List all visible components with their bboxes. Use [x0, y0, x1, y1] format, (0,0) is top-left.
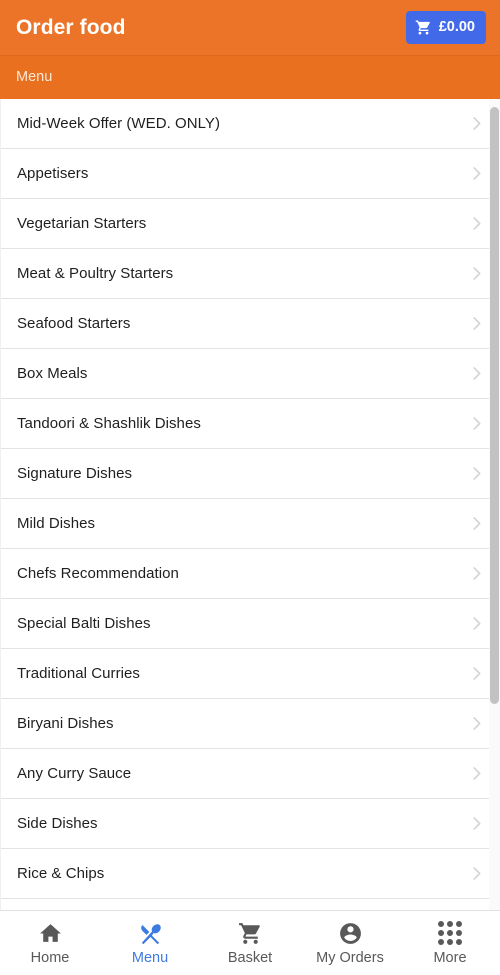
- menu-category-label: Traditional Curries: [17, 665, 140, 682]
- menu-category-label: Vegetarian Starters: [17, 215, 147, 232]
- menu-category-row[interactable]: [1, 899, 500, 910]
- menu-category-row[interactable]: Chefs Recommendation: [1, 549, 500, 599]
- menu-category-row[interactable]: Mid-Week Offer (WED. ONLY): [1, 99, 500, 149]
- cutlery-icon: [138, 920, 163, 946]
- chevron-right-icon: [467, 564, 486, 583]
- chevron-right-icon: [467, 614, 486, 633]
- chevron-right-icon: [467, 864, 486, 883]
- menu-category-list: Mid-Week Offer (WED. ONLY) Appetisers Vege…: [1, 99, 500, 910]
- menu-category-row[interactable]: Any Curry Sauce: [1, 749, 500, 799]
- menu-category-row[interactable]: Mild Dishes: [1, 499, 500, 549]
- nav-item-label: My Orders: [316, 950, 384, 967]
- home-icon: [38, 920, 63, 946]
- menu-list-container: Mid-Week Offer (WED. ONLY) Appetisers Vege…: [0, 99, 500, 910]
- chevron-right-icon: [467, 464, 486, 483]
- chevron-right-icon: [467, 514, 486, 533]
- menu-category-row[interactable]: Meat & Poultry Starters: [1, 249, 500, 299]
- menu-category-row[interactable]: Rice & Chips: [1, 849, 500, 899]
- chevron-right-icon: [467, 714, 486, 733]
- menu-category-row[interactable]: Signature Dishes: [1, 449, 500, 499]
- menu-category-label: Special Balti Dishes: [17, 615, 151, 632]
- menu-category-label: Chefs Recommendation: [17, 565, 179, 582]
- nav-item-more[interactable]: More: [400, 911, 500, 975]
- chevron-right-icon: [467, 764, 486, 783]
- menu-category-row[interactable]: Biryani Dishes: [1, 699, 500, 749]
- nav-item-label: More: [433, 950, 467, 967]
- menu-category-row[interactable]: Traditional Curries: [1, 649, 500, 699]
- menu-category-row[interactable]: Special Balti Dishes: [1, 599, 500, 649]
- section-subheader: Menu: [0, 55, 500, 99]
- list-scrollbar-thumb[interactable]: [490, 107, 499, 704]
- menu-category-label: Rice & Chips: [17, 865, 105, 882]
- list-scrollbar-track[interactable]: [489, 99, 500, 910]
- menu-category-label: Seafood Starters: [17, 315, 131, 332]
- nav-item-label: Menu: [131, 950, 169, 967]
- chevron-right-icon: [467, 164, 486, 183]
- menu-category-row[interactable]: Side Dishes: [1, 799, 500, 849]
- nav-item-label: Basket: [227, 950, 273, 967]
- chevron-right-icon: [467, 814, 486, 833]
- menu-category-label: Box Meals: [17, 365, 88, 382]
- cart-total-button[interactable]: £0.00: [405, 11, 486, 44]
- account-circle-icon: [338, 920, 363, 946]
- app-root: Order food £0.00 Menu Mid-Week Offer (WE…: [0, 0, 500, 975]
- menu-category-label: Mid-Week Offer (WED. ONLY): [17, 115, 220, 132]
- menu-category-row[interactable]: Vegetarian Starters: [1, 199, 500, 249]
- chevron-right-icon: [467, 664, 486, 683]
- shopping-cart-icon: [238, 920, 263, 946]
- nav-item-home[interactable]: Home: [0, 911, 100, 975]
- nav-item-my-orders[interactable]: My Orders: [300, 911, 400, 975]
- page-title: Order food: [16, 16, 126, 39]
- menu-category-row[interactable]: Tandoori & Shashlik Dishes: [1, 399, 500, 449]
- menu-category-label: Any Curry Sauce: [17, 765, 132, 782]
- menu-category-row[interactable]: Appetisers: [1, 149, 500, 199]
- nav-item-basket[interactable]: Basket: [200, 911, 300, 975]
- menu-category-label: Tandoori & Shashlik Dishes: [17, 415, 201, 432]
- chevron-right-icon: [467, 214, 486, 233]
- grid-dots-icon: [438, 920, 462, 946]
- section-subheader-label: Menu: [16, 69, 53, 86]
- cart-amount-label: £0.00: [438, 19, 475, 36]
- nav-item-menu[interactable]: Menu: [100, 911, 200, 975]
- chevron-right-icon: [467, 114, 486, 133]
- menu-category-label: Signature Dishes: [17, 465, 133, 482]
- menu-category-label: Meat & Poultry Starters: [17, 265, 174, 282]
- bottom-navigation-bar: Home Menu Basket My Orders More: [0, 910, 500, 975]
- chevron-right-icon: [467, 314, 486, 333]
- menu-category-label: Mild Dishes: [17, 515, 96, 532]
- menu-category-row[interactable]: Seafood Starters: [1, 299, 500, 349]
- menu-category-label: Appetisers: [17, 165, 89, 182]
- nav-item-label: Home: [30, 950, 70, 967]
- chevron-right-icon: [467, 264, 486, 283]
- chevron-right-icon: [467, 364, 486, 383]
- menu-category-label: Biryani Dishes: [17, 715, 114, 732]
- chevron-right-icon: [467, 414, 486, 433]
- shopping-cart-icon: [415, 19, 432, 36]
- menu-category-row[interactable]: Box Meals: [1, 349, 500, 399]
- menu-category-label: Side Dishes: [17, 815, 98, 832]
- app-bar: Order food £0.00: [0, 0, 500, 55]
